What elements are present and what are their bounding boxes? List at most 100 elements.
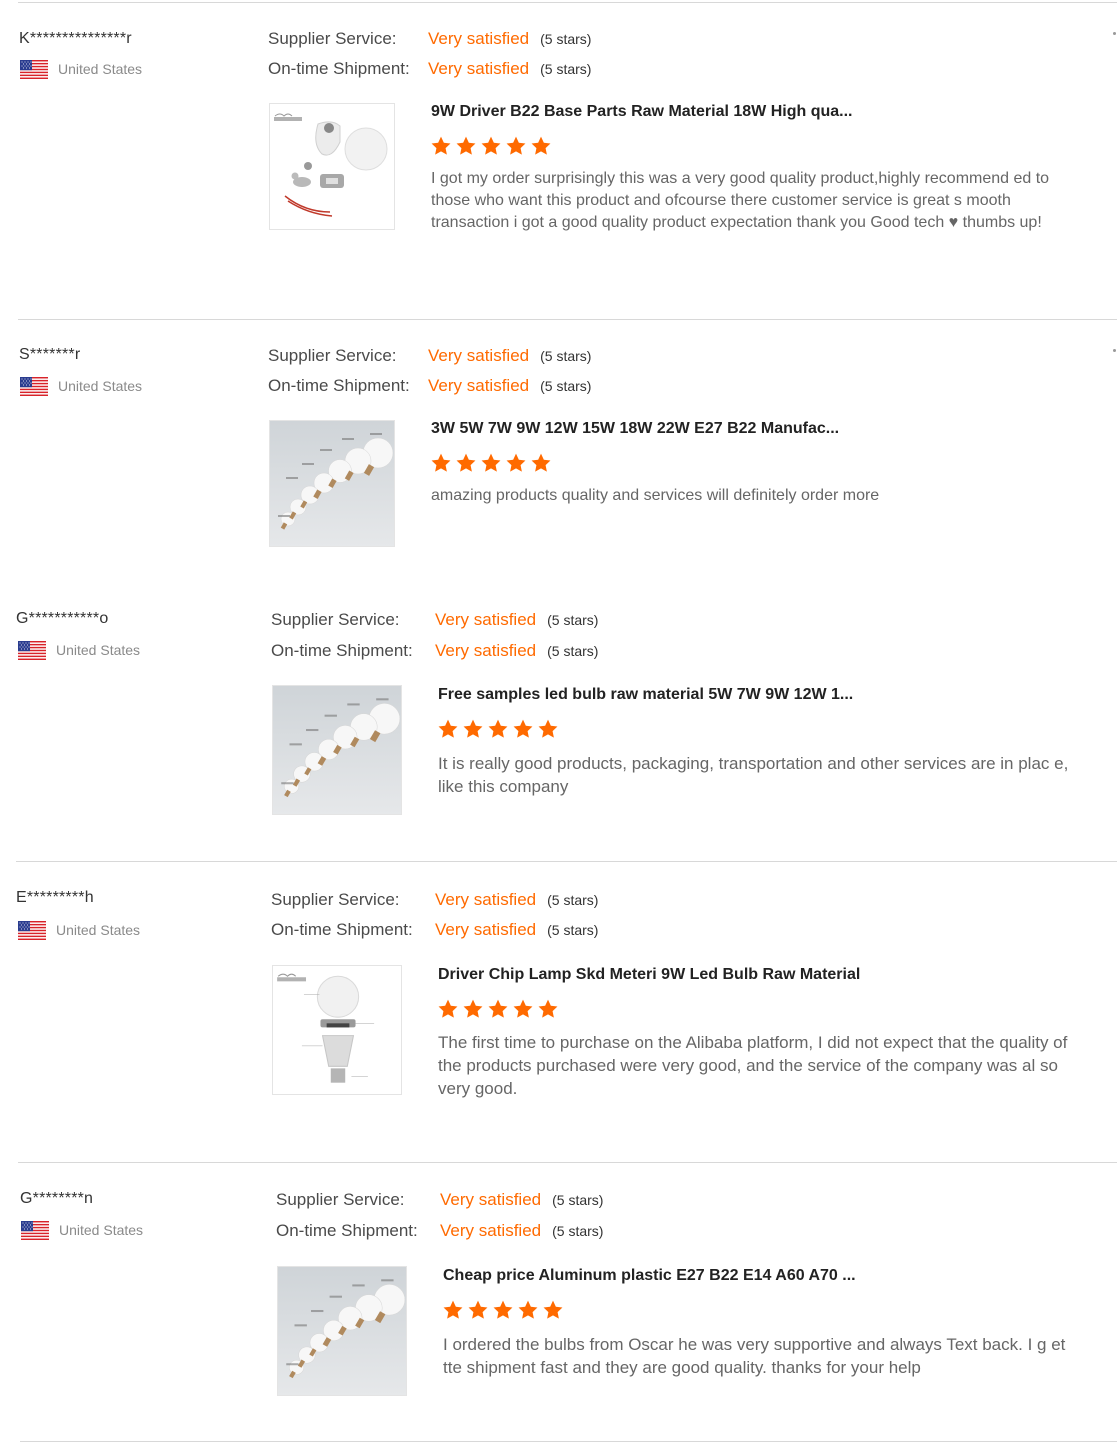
bulb-exploded-image <box>273 966 402 1095</box>
ontime-shipment-stars: (5 stars) <box>547 643 599 659</box>
supplier-service-rating: Supplier Service: Very satisfied (5 star… <box>276 1189 603 1211</box>
ontime-shipment-rating: On-time Shipment: Very satisfied (5 star… <box>271 919 598 941</box>
review-stars <box>430 452 552 474</box>
star-icon <box>462 718 484 740</box>
supplier-service-value: Very satisfied <box>428 29 530 48</box>
bulb-lineup-image <box>270 421 395 547</box>
product-thumbnail[interactable] <box>272 685 402 815</box>
us-flag-icon <box>20 60 48 79</box>
supplier-service-label: Supplier Service: <box>271 890 400 909</box>
ontime-shipment-stars: (5 stars) <box>547 922 599 938</box>
product-title-link[interactable]: 9W Driver B22 Base Parts Raw Material 18… <box>431 103 852 121</box>
buyer-country: United States <box>20 58 142 80</box>
product-thumbnail[interactable] <box>272 965 402 1095</box>
review-text: I got my order surprisingly this was a v… <box>431 170 1050 231</box>
product-title-link[interactable]: 3W 5W 7W 9W 12W 15W 18W 22W E27 B22 Manu… <box>431 420 839 438</box>
product-thumbnail[interactable] <box>277 1266 407 1396</box>
star-icon <box>480 452 502 474</box>
us-flag-icon <box>18 641 46 660</box>
star-icon <box>512 718 534 740</box>
product-title-link[interactable]: Cheap price Aluminum plastic E27 B22 E14… <box>443 1267 856 1285</box>
review-stars <box>437 718 559 740</box>
supplier-service-label: Supplier Service: <box>268 29 397 48</box>
product-title-link[interactable]: Free samples led bulb raw material 5W 7W… <box>438 686 853 704</box>
star-icon <box>492 1299 514 1321</box>
star-icon <box>530 135 552 157</box>
star-icon <box>437 998 459 1020</box>
buyer-name: G********n <box>20 1190 94 1207</box>
supplier-service-stars: (5 stars) <box>540 348 592 364</box>
supplier-service-rating: Supplier Service: Very satisfied (5 star… <box>271 889 598 911</box>
product-title-link[interactable]: Driver Chip Lamp Skd Meteri 9W Led Bulb … <box>438 966 860 984</box>
product-thumbnail[interactable] <box>269 103 395 230</box>
scroll-marker <box>1113 349 1116 352</box>
ontime-shipment-label: On-time Shipment: <box>268 59 410 78</box>
review-text: I ordered the bulbs from Oscar he was ve… <box>443 1335 1066 1377</box>
buyer-name: G***********o <box>16 610 109 627</box>
star-icon <box>542 1299 564 1321</box>
review-text: amazing products quality and services wi… <box>431 487 880 504</box>
supplier-service-value: Very satisfied <box>435 610 537 629</box>
buyer-country: United States <box>18 919 140 941</box>
ontime-shipment-rating: On-time Shipment: Very satisfied (5 star… <box>276 1220 603 1242</box>
supplier-service-stars: (5 stars) <box>540 31 592 47</box>
buyer-country: United States <box>21 1219 143 1241</box>
bulb-lineup-image <box>273 686 402 815</box>
buyer-country: United States <box>18 639 140 661</box>
star-icon <box>512 998 534 1020</box>
buyer-name: E*********h <box>16 889 94 906</box>
bulb-lineup-image <box>278 1267 407 1396</box>
ontime-shipment-label: On-time Shipment: <box>271 641 413 660</box>
us-flag-icon <box>20 377 48 396</box>
supplier-service-label: Supplier Service: <box>268 346 397 365</box>
product-thumbnail[interactable] <box>269 420 395 547</box>
ontime-shipment-rating: On-time Shipment: Very satisfied (5 star… <box>268 375 591 397</box>
star-icon <box>480 135 502 157</box>
ontime-shipment-label: On-time Shipment: <box>271 920 413 939</box>
ontime-shipment-value: Very satisfied <box>435 641 537 660</box>
star-icon <box>505 452 527 474</box>
star-icon <box>462 998 484 1020</box>
country-name: United States <box>56 642 141 658</box>
ontime-shipment-label: On-time Shipment: <box>276 1221 418 1240</box>
star-icon <box>517 1299 539 1321</box>
review-stars <box>437 998 559 1020</box>
scroll-marker <box>1113 32 1116 35</box>
bulb-parts-image <box>270 104 395 230</box>
supplier-service-stars: (5 stars) <box>547 892 599 908</box>
review-separator <box>16 861 1117 862</box>
review-stars <box>442 1299 564 1321</box>
star-icon <box>487 998 509 1020</box>
supplier-service-label: Supplier Service: <box>276 1190 405 1209</box>
review-text: The first time to purchase on the Alibab… <box>438 1033 1068 1098</box>
review-separator <box>18 2 1117 3</box>
supplier-service-rating: Supplier Service: Very satisfied (5 star… <box>271 609 598 631</box>
star-icon <box>530 452 552 474</box>
star-icon <box>505 135 527 157</box>
star-icon <box>537 998 559 1020</box>
star-icon <box>467 1299 489 1321</box>
review-separator <box>20 1441 1117 1442</box>
supplier-service-value: Very satisfied <box>440 1190 542 1209</box>
supplier-service-stars: (5 stars) <box>552 1192 604 1208</box>
review-separator <box>18 319 1117 320</box>
ontime-shipment-value: Very satisfied <box>428 59 530 78</box>
review-stars <box>430 135 552 157</box>
buyer-name: K***************r <box>19 30 132 47</box>
supplier-service-label: Supplier Service: <box>271 610 400 629</box>
us-flag-icon <box>18 921 46 940</box>
star-icon <box>437 718 459 740</box>
us-flag-icon <box>21 1221 49 1240</box>
supplier-service-rating: Supplier Service: Very satisfied (5 star… <box>268 28 591 50</box>
country-name: United States <box>58 378 143 394</box>
star-icon <box>487 718 509 740</box>
ontime-shipment-value: Very satisfied <box>428 376 530 395</box>
ontime-shipment-stars: (5 stars) <box>552 1223 604 1239</box>
ontime-shipment-value: Very satisfied <box>440 1221 542 1240</box>
buyer-name: S*******r <box>19 346 81 363</box>
country-name: United States <box>56 922 141 938</box>
star-icon <box>430 135 452 157</box>
supplier-service-value: Very satisfied <box>428 346 530 365</box>
supplier-service-value: Very satisfied <box>435 890 537 909</box>
country-name: United States <box>59 1222 144 1238</box>
